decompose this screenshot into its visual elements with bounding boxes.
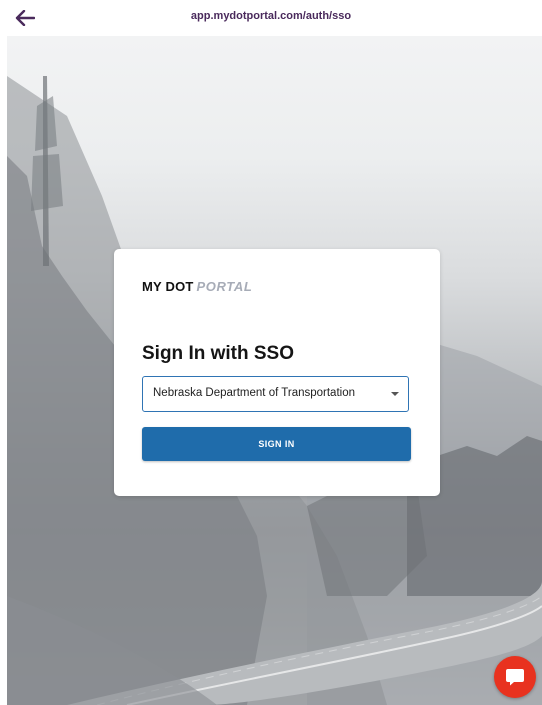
organization-select[interactable]: Nebraska Department of Transportation (142, 376, 409, 412)
chevron-down-icon (391, 392, 399, 396)
organization-select-value: Nebraska Department of Transportation (153, 387, 355, 399)
sso-signin-card: MY DOT PORTAL Sign In with SSO Nebraska D… (114, 249, 440, 496)
chat-launcher-button[interactable] (494, 656, 536, 698)
logo-text-portal: PORTAL (196, 279, 253, 294)
chat-bubble-icon (506, 669, 524, 686)
mydotportal-logo: MY DOT PORTAL (142, 279, 252, 294)
sign-in-button[interactable]: SIGN IN (142, 427, 411, 461)
browser-bar: app.mydotportal.com/auth/sso (0, 0, 542, 36)
logo-text-my-dot: MY DOT (142, 279, 194, 294)
address-bar-url[interactable]: app.mydotportal.com/auth/sso (0, 10, 542, 22)
page-title: Sign In with SSO (142, 343, 294, 364)
